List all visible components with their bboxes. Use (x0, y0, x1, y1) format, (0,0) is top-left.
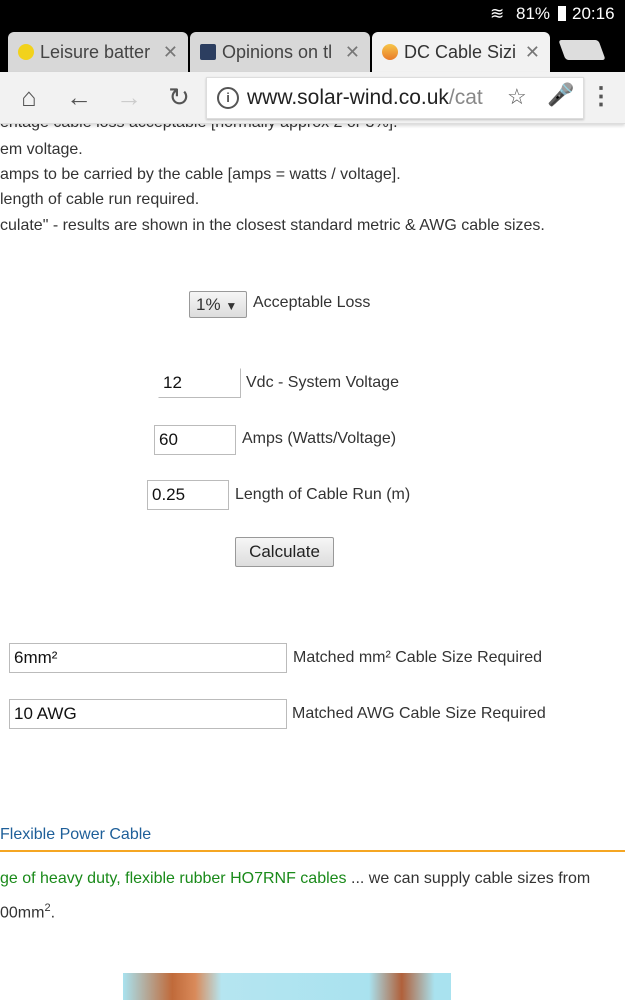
new-tab-button[interactable] (558, 40, 606, 60)
amps-input[interactable] (154, 425, 236, 455)
instruction-line: length of cable run required. (0, 191, 200, 208)
loss-select[interactable]: 1% ▼ (189, 291, 247, 318)
back-icon[interactable]: ← (64, 82, 94, 113)
close-tab-icon[interactable]: ✕ (525, 42, 540, 63)
clock: 20:16 (572, 4, 615, 23)
tab-strip: Leisure batter ✕ Opinions on tl ✕ DC Cab… (0, 28, 625, 72)
voltage-input[interactable] (158, 368, 241, 398)
cable-link[interactable]: ge of heavy duty, flexible rubber HO7RNF… (0, 870, 347, 887)
tab-dc-cable-sizing[interactable]: DC Cable Sizi ✕ (372, 32, 550, 72)
tab-leisure-battery[interactable]: Leisure batter ✕ (8, 32, 188, 72)
shield-icon (200, 44, 216, 60)
tab-opinions[interactable]: Opinions on tl ✕ (190, 32, 370, 72)
voltage-label: Vdc - System Voltage (246, 374, 399, 391)
menu-icon[interactable]: ⋮ (586, 82, 616, 111)
battery-icon (558, 6, 566, 21)
section-heading[interactable]: Flexible Power Cable (0, 826, 151, 844)
home-icon[interactable]: ⌂ (14, 82, 44, 113)
divider (0, 850, 625, 852)
wifi-icon: ≋ (490, 4, 505, 23)
sun-icon (382, 44, 398, 60)
forward-icon[interactable]: → (114, 82, 144, 113)
mm-result-label: Matched mm² Cable Size Required (293, 649, 542, 666)
status-bar: ≋ 81% 20:16 (0, 0, 625, 30)
microphone-icon[interactable]: 🎤 (546, 82, 576, 108)
address-bar[interactable]: i www.solar-wind.co.uk/cat ☆ (206, 77, 584, 119)
info-icon[interactable]: i (217, 87, 239, 109)
dropdown-arrow-icon: ▼ (225, 299, 238, 313)
loss-label: Acceptable Loss (253, 294, 371, 311)
awg-result-label: Matched AWG Cable Size Required (292, 705, 546, 722)
close-tab-icon[interactable]: ✕ (163, 42, 178, 63)
reload-icon[interactable]: ↻ (164, 82, 194, 113)
cable-product-image (123, 973, 451, 1000)
awg-result-field[interactable] (9, 699, 287, 729)
length-input[interactable] (147, 480, 229, 510)
mm-result-field[interactable] (9, 643, 287, 673)
bookmark-star-icon[interactable]: ☆ (507, 84, 527, 110)
amps-label: Amps (Watts/Voltage) (242, 430, 397, 447)
instruction-line: amps to be carried by the cable [amps = … (0, 166, 401, 183)
section-text-line2: 00mm2. (0, 902, 56, 922)
browser-toolbar: ⌂ ← → ↻ i www.solar-wind.co.uk/cat ☆ 🎤 ⋮ (0, 72, 625, 124)
instruction-line: em voltage. (0, 141, 83, 158)
section-text: ge of heavy duty, flexible rubber HO7RNF… (0, 870, 591, 887)
calculate-button[interactable]: Calculate (235, 537, 334, 567)
battery-level: 81% (516, 4, 551, 23)
close-tab-icon[interactable]: ✕ (345, 42, 360, 63)
instruction-line: culate" - results are shown in the close… (0, 217, 545, 234)
length-label: Length of Cable Run (m) (235, 486, 411, 503)
smiley-icon (18, 44, 34, 60)
